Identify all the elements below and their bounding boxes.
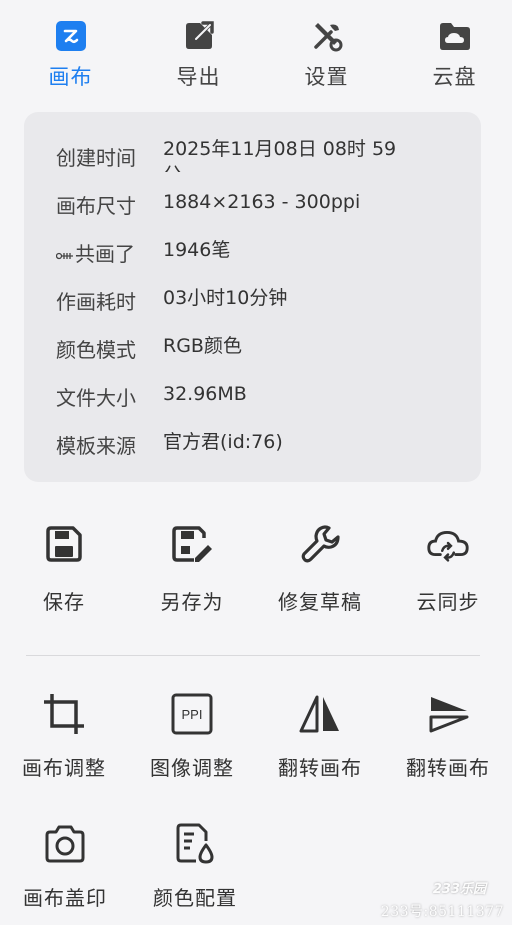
watermark-id: 233号:85111377 <box>380 904 504 920</box>
info-row-size: 画布尺寸 1884×2163 - 300ppi <box>24 184 481 232</box>
settings-icon <box>308 17 346 55</box>
info-value: 1884×2163 - 300ppi <box>163 191 361 213</box>
divider <box>26 655 480 656</box>
canvas-adjust-button[interactable]: 画布调整 <box>0 690 128 781</box>
canvas-stamp-button[interactable]: 画布盖印 <box>0 820 130 911</box>
info-value: 2025年11月08日 08时 59分 <box>163 138 397 172</box>
save-as-icon <box>168 520 216 568</box>
info-row-template: 模板来源 官方君(id:76) <box>24 424 481 472</box>
info-value: 03小时10分钟 <box>163 287 288 309</box>
image-adjust-button[interactable]: PPI 图像调整 <box>128 690 256 781</box>
info-key: 创建时间 <box>56 146 136 170</box>
info-key: 模板来源 <box>56 434 136 458</box>
top-tab-bar: 画布 导出 设置 云盘 <box>0 0 512 100</box>
info-row-color-mode: 颜色模式 RGB颜色 <box>24 328 481 376</box>
camera-icon <box>41 820 89 868</box>
info-key: 画布尺寸 <box>56 194 136 218</box>
flip-horizontal-icon <box>296 690 344 738</box>
save-button[interactable]: 保存 <box>0 520 128 615</box>
fish-bone-icon <box>55 252 73 259</box>
save-as-button[interactable]: 另存为 <box>128 520 256 615</box>
watermark-logo: 233乐园 <box>432 882 486 897</box>
info-key: 共画了 <box>24 232 163 267</box>
wrench-icon <box>296 520 344 568</box>
tab-canvas[interactable]: 画布 <box>13 0 128 100</box>
export-icon <box>180 17 218 55</box>
color-profile-button[interactable]: 颜色配置 <box>130 820 260 911</box>
flip-horizontal-label: 翻转画布 <box>278 756 362 780</box>
info-key: 作画耗时 <box>56 290 136 314</box>
info-value: 32.96MB <box>163 383 247 405</box>
info-row-created: 创建时间 2025年11月08日 08时 59分 <box>24 136 481 184</box>
save-as-label: 另存为 <box>160 590 224 614</box>
canvas-stamp-label: 画布盖印 <box>23 886 107 910</box>
flip-vertical-button[interactable]: 翻转画布 <box>384 690 512 781</box>
ppi-icon-text: PPI <box>182 707 203 722</box>
canvas-adjust-label: 画布调整 <box>22 756 106 780</box>
image-adjust-label: 图像调整 <box>150 756 234 780</box>
tab-settings[interactable]: 设置 <box>269 0 384 100</box>
tab-export-label: 导出 <box>176 65 221 89</box>
cloud-sync-label: 云同步 <box>416 590 480 614</box>
cloud-sync-button[interactable]: 云同步 <box>384 520 512 615</box>
tab-canvas-label: 画布 <box>48 65 93 89</box>
cloud-sync-icon <box>424 520 472 568</box>
info-value: 官方君(id:76) <box>163 431 283 453</box>
save-label: 保存 <box>43 590 85 614</box>
primary-actions: 保存 另存为 修复草稿 云同步 <box>0 520 512 615</box>
repair-draft-button[interactable]: 修复草稿 <box>256 520 384 615</box>
color-profile-label: 颜色配置 <box>153 886 237 910</box>
canvas-icon <box>52 17 90 55</box>
flip-vertical-icon <box>424 690 472 738</box>
cloud-drive-icon <box>436 17 474 55</box>
watermark: 233乐园 233号:85111377 <box>381 878 504 921</box>
info-row-duration: 作画耗时 03小时10分钟 <box>24 280 481 328</box>
secondary-actions-row-1: 画布调整 PPI 图像调整 翻转画布 翻转画布 <box>0 690 512 781</box>
tab-settings-label: 设置 <box>304 65 349 89</box>
ppi-icon: PPI <box>168 690 216 738</box>
info-key: 文件大小 <box>56 386 136 410</box>
info-value: 1946笔 <box>163 239 231 261</box>
flip-horizontal-button[interactable]: 翻转画布 <box>256 690 384 781</box>
canvas-info-card: 创建时间 2025年11月08日 08时 59分 画布尺寸 1884×2163 … <box>24 112 481 482</box>
color-profile-icon <box>171 820 219 868</box>
flip-vertical-label: 翻转画布 <box>406 756 490 780</box>
repair-draft-label: 修复草稿 <box>278 590 362 614</box>
info-row-file-size: 文件大小 32.96MB <box>24 376 481 424</box>
tab-cloud-drive-label: 云盘 <box>432 65 477 89</box>
info-row-strokes: 共画了 1946笔 <box>24 232 481 280</box>
info-key: 颜色模式 <box>56 338 136 362</box>
info-value: RGB颜色 <box>163 335 242 357</box>
tab-export[interactable]: 导出 <box>141 0 256 100</box>
save-icon <box>40 520 88 568</box>
info-key-text: 共画了 <box>75 242 135 266</box>
crop-icon <box>40 690 88 738</box>
tab-cloud-drive[interactable]: 云盘 <box>397 0 512 100</box>
